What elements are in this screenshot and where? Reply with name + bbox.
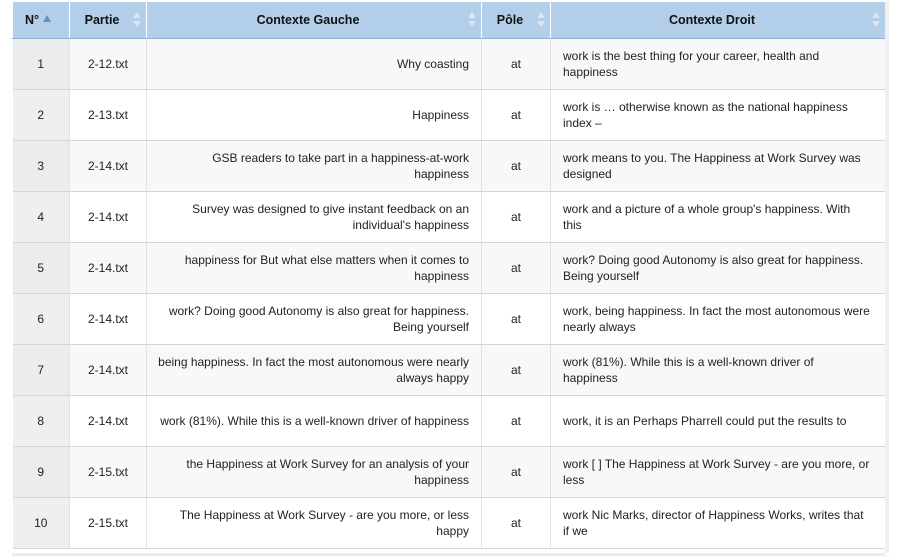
cell-contexte-droit: work and a picture of a whole group's ha… [550, 191, 886, 243]
table-row[interactable]: 5 2-14.txt happiness for But what else m… [12, 242, 886, 294]
concordance-table: N° Partie Contexte Gauche Pôle Contexte … [12, 1, 886, 549]
cell-contexte-gauche: Survey was designed to give instant feed… [146, 191, 482, 243]
column-header-contexte-droit[interactable]: Contexte Droit [550, 1, 886, 39]
cell-num: 1 [12, 38, 70, 90]
cell-num: 2 [12, 89, 70, 141]
cell-num: 4 [12, 191, 70, 243]
cell-contexte-gauche: being happiness. In fact the most autono… [146, 344, 482, 396]
cell-pole: at [481, 242, 551, 294]
sort-icon [468, 12, 476, 28]
cell-contexte-droit: work is the best thing for your career, … [550, 38, 886, 90]
column-header-partie[interactable]: Partie [69, 1, 147, 39]
table-row[interactable]: 9 2-15.txt the Happiness at Work Survey … [12, 446, 886, 498]
cell-contexte-gauche: GSB readers to take part in a happiness-… [146, 140, 482, 192]
cell-contexte-droit: work? Doing good Autonomy is also great … [550, 242, 886, 294]
cell-partie: 2-15.txt [69, 446, 147, 498]
cell-contexte-droit: work is … otherwise known as the nationa… [550, 89, 886, 141]
cell-partie: 2-14.txt [69, 293, 147, 345]
cell-contexte-droit: work [ ] The Happiness at Work Survey - … [550, 446, 886, 498]
table-row[interactable]: 4 2-14.txt Survey was designed to give i… [12, 191, 886, 243]
column-header-num[interactable]: N° [12, 1, 70, 39]
cell-contexte-gauche: Happiness [146, 89, 482, 141]
cell-num: 8 [12, 395, 70, 447]
cell-contexte-droit: work, it is an Perhaps Pharrell could pu… [550, 395, 886, 447]
cell-pole: at [481, 191, 551, 243]
column-header-partie-label: Partie [84, 13, 120, 27]
cell-contexte-gauche: happiness for But what else matters when… [146, 242, 482, 294]
cell-partie: 2-14.txt [69, 191, 147, 243]
cell-contexte-droit: work Nic Marks, director of Happiness Wo… [550, 497, 886, 549]
table-row[interactable]: 1 2-12.txt Why coasting at work is the b… [12, 38, 886, 90]
table-row[interactable]: 3 2-14.txt GSB readers to take part in a… [12, 140, 886, 192]
cell-pole: at [481, 140, 551, 192]
sort-icon [872, 12, 880, 28]
table-row[interactable]: 8 2-14.txt work (81%). While this is a w… [12, 395, 886, 447]
cell-contexte-gauche: work (81%). While this is a well-known d… [146, 395, 482, 447]
cell-partie: 2-13.txt [69, 89, 147, 141]
cell-num: 6 [12, 293, 70, 345]
cell-partie: 2-14.txt [69, 395, 147, 447]
table-row[interactable]: 2 2-13.txt Happiness at work is … otherw… [12, 89, 886, 141]
cell-pole: at [481, 395, 551, 447]
header-row: N° Partie Contexte Gauche Pôle Contexte … [12, 1, 886, 39]
cell-num: 10 [12, 497, 70, 549]
cell-num: 9 [12, 446, 70, 498]
cell-contexte-droit: work, being happiness. In fact the most … [550, 293, 886, 345]
column-header-pole-label: Pôle [496, 13, 524, 27]
cell-pole: at [481, 89, 551, 141]
cell-contexte-gauche: Why coasting [146, 38, 482, 90]
cell-partie: 2-12.txt [69, 38, 147, 90]
table-row[interactable]: 10 2-15.txt The Happiness at Work Survey… [12, 497, 886, 549]
cell-contexte-gauche: work? Doing good Autonomy is also great … [146, 293, 482, 345]
cell-partie: 2-14.txt [69, 242, 147, 294]
column-header-contexte-droit-label: Contexte Droit [668, 13, 756, 27]
cell-num: 3 [12, 140, 70, 192]
table-row[interactable]: 6 2-14.txt work? Doing good Autonomy is … [12, 293, 886, 345]
cell-contexte-gauche: The Happiness at Work Survey - are you m… [146, 497, 482, 549]
cell-contexte-gauche: the Happiness at Work Survey for an anal… [146, 446, 482, 498]
column-header-contexte-gauche-label: Contexte Gauche [256, 13, 360, 27]
cell-partie: 2-14.txt [69, 140, 147, 192]
column-header-pole[interactable]: Pôle [481, 1, 551, 39]
cell-contexte-droit: work means to you. The Happiness at Work… [550, 140, 886, 192]
sort-ascending-icon [43, 15, 52, 22]
cell-num: 7 [12, 344, 70, 396]
cell-partie: 2-15.txt [69, 497, 147, 549]
cell-pole: at [481, 446, 551, 498]
column-header-num-label: N° [24, 13, 40, 27]
cell-contexte-droit: work (81%). While this is a well-known d… [550, 344, 886, 396]
table-row[interactable]: 7 2-14.txt being happiness. In fact the … [12, 344, 886, 396]
cell-pole: at [481, 344, 551, 396]
cell-pole: at [481, 38, 551, 90]
sort-icon [537, 12, 545, 28]
cell-num: 5 [12, 242, 70, 294]
column-header-contexte-gauche[interactable]: Contexte Gauche [146, 1, 482, 39]
scroll-edge [885, 1, 889, 553]
cell-pole: at [481, 293, 551, 345]
cell-partie: 2-14.txt [69, 344, 147, 396]
sort-icon [133, 12, 141, 28]
cell-pole: at [481, 497, 551, 549]
table-bottom-edge [12, 553, 885, 556]
